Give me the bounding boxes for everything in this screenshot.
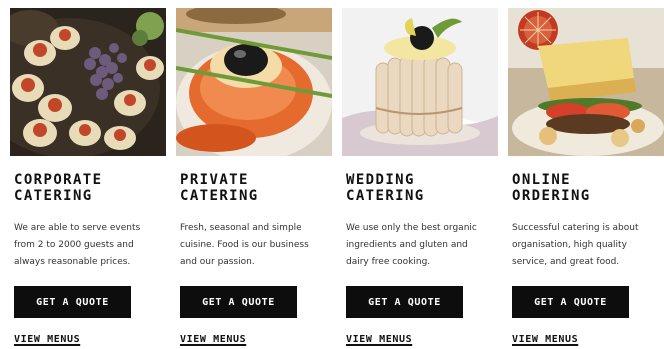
catering-services-grid: CORPORATE CATERING We are able to serve … — [0, 0, 664, 349]
service-description: We use only the best organic ingredients… — [346, 223, 477, 267]
service-title: PRIVATE CATERING — [180, 172, 259, 204]
service-description: Fresh, seasonal and simple cuisine. Food… — [180, 223, 309, 267]
corporate-catering-photo — [10, 8, 166, 156]
get-a-quote-button[interactable]: GET A QUOTE — [14, 286, 131, 318]
private-catering-photo — [176, 8, 332, 156]
service-description: Successful catering is about organisatio… — [512, 223, 639, 267]
get-a-quote-button[interactable]: GET A QUOTE — [180, 286, 297, 318]
view-menus-link[interactable]: VIEW MENUS — [346, 334, 412, 345]
view-menus-link[interactable]: VIEW MENUS — [180, 334, 246, 345]
service-title: ONLINE ORDERING — [512, 172, 591, 204]
service-card-private: PRIVATE CATERING Fresh, seasonal and sim… — [166, 0, 332, 349]
get-a-quote-button[interactable]: GET A QUOTE — [512, 286, 629, 318]
service-title: CORPORATE CATERING — [14, 172, 103, 204]
service-card-online: ONLINE ORDERING Successful catering is a… — [498, 0, 664, 349]
online-ordering-photo — [508, 8, 664, 156]
service-card-corporate: CORPORATE CATERING We are able to serve … — [0, 0, 166, 349]
service-card-wedding: WEDDING CATERING We use only the best or… — [332, 0, 498, 349]
wedding-catering-photo — [342, 8, 498, 156]
service-title: WEDDING CATERING — [346, 172, 425, 204]
service-description: We are able to serve events from 2 to 20… — [14, 223, 141, 267]
get-a-quote-button[interactable]: GET A QUOTE — [346, 286, 463, 318]
view-menus-link[interactable]: VIEW MENUS — [512, 334, 578, 345]
view-menus-link[interactable]: VIEW MENUS — [14, 334, 80, 345]
